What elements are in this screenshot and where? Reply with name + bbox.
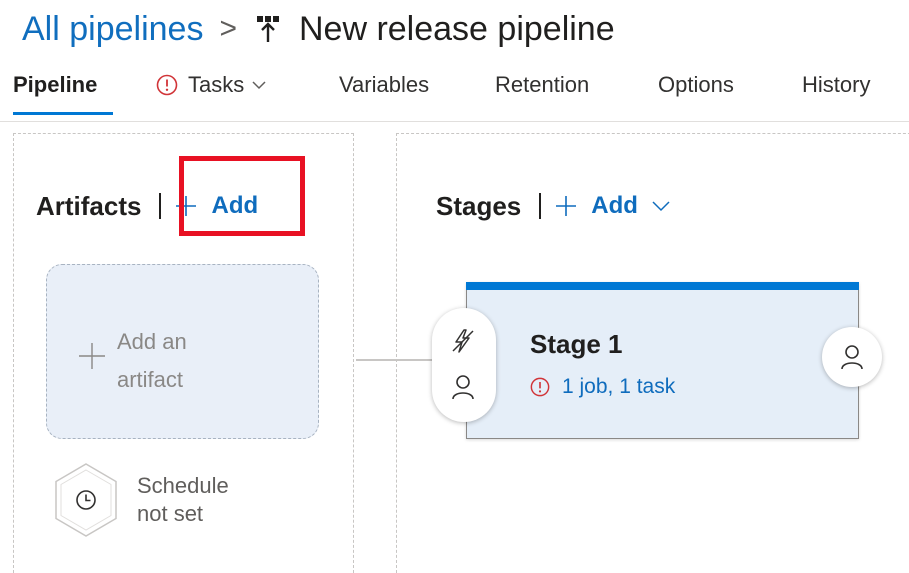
schedule-line2: not set bbox=[137, 501, 204, 526]
add-stage-button[interactable]: Add bbox=[555, 192, 670, 220]
add-artifact-text: Add an artifact bbox=[117, 323, 187, 399]
tab-variables-label: Variables bbox=[339, 72, 430, 97]
breadcrumb: All pipelines > New release pipeline bbox=[22, 6, 615, 52]
highlight-box bbox=[179, 156, 305, 236]
stage-status-text: 1 job, 1 task bbox=[562, 375, 676, 398]
plus-icon bbox=[79, 343, 105, 369]
schedule-text: Schedule not set bbox=[137, 472, 229, 528]
tab-variables[interactable]: Variables bbox=[339, 62, 429, 108]
lightning-icon bbox=[452, 329, 474, 353]
tab-retention-label: Retention bbox=[495, 72, 590, 97]
pipeline-icon bbox=[256, 16, 279, 42]
tab-history-label: History bbox=[802, 72, 871, 97]
stages-header: Stages Add bbox=[436, 186, 670, 226]
stage-name: Stage 1 bbox=[530, 329, 623, 359]
breadcrumb-separator: > bbox=[219, 12, 237, 45]
tab-tasks[interactable]: Tasks bbox=[156, 62, 266, 108]
chevron-down-icon bbox=[652, 201, 670, 212]
tabs-divider bbox=[0, 121, 909, 122]
pipeline-tabs: Pipeline Tasks Variables Retention Optio… bbox=[0, 62, 909, 115]
add-artifact-line2: artifact bbox=[117, 367, 184, 392]
all-pipelines-link[interactable]: All pipelines bbox=[22, 10, 203, 49]
tab-tasks-label: Tasks bbox=[188, 72, 245, 97]
header-divider bbox=[159, 193, 162, 219]
chevron-down-icon bbox=[252, 81, 266, 90]
page-title: New release pipeline bbox=[298, 9, 615, 48]
tab-pipeline[interactable]: Pipeline bbox=[13, 62, 97, 108]
connector-line bbox=[356, 359, 434, 361]
tab-retention[interactable]: Retention bbox=[495, 62, 589, 108]
add-artifact-card[interactable]: Add an artifact bbox=[46, 264, 319, 439]
stage-accent-bar bbox=[466, 282, 859, 290]
add-stage-label: Add bbox=[591, 192, 638, 219]
error-icon bbox=[530, 377, 550, 397]
person-icon bbox=[452, 375, 474, 400]
post-deployment-approvals[interactable] bbox=[822, 327, 882, 387]
active-tab-indicator bbox=[13, 112, 113, 115]
header-divider bbox=[539, 193, 542, 219]
add-artifact-line1: Add an bbox=[117, 329, 187, 354]
tab-pipeline-label: Pipeline bbox=[13, 72, 98, 97]
error-icon bbox=[156, 74, 178, 96]
schedule-trigger[interactable]: Schedule not set bbox=[53, 462, 229, 538]
clock-icon bbox=[55, 463, 117, 537]
pre-deployment-conditions[interactable] bbox=[432, 308, 496, 422]
person-icon bbox=[841, 345, 863, 370]
tab-options[interactable]: Options bbox=[658, 62, 734, 108]
stage-card[interactable]: Stage 1 1 job, 1 task bbox=[466, 282, 859, 439]
tab-options-label: Options bbox=[658, 72, 734, 97]
stage-status[interactable]: 1 job, 1 task bbox=[530, 375, 675, 399]
tab-history[interactable]: History bbox=[802, 62, 870, 108]
stages-title: Stages bbox=[436, 190, 522, 221]
artifacts-title: Artifacts bbox=[36, 190, 142, 221]
plus-icon bbox=[556, 196, 577, 216]
schedule-line1: Schedule bbox=[137, 473, 229, 498]
